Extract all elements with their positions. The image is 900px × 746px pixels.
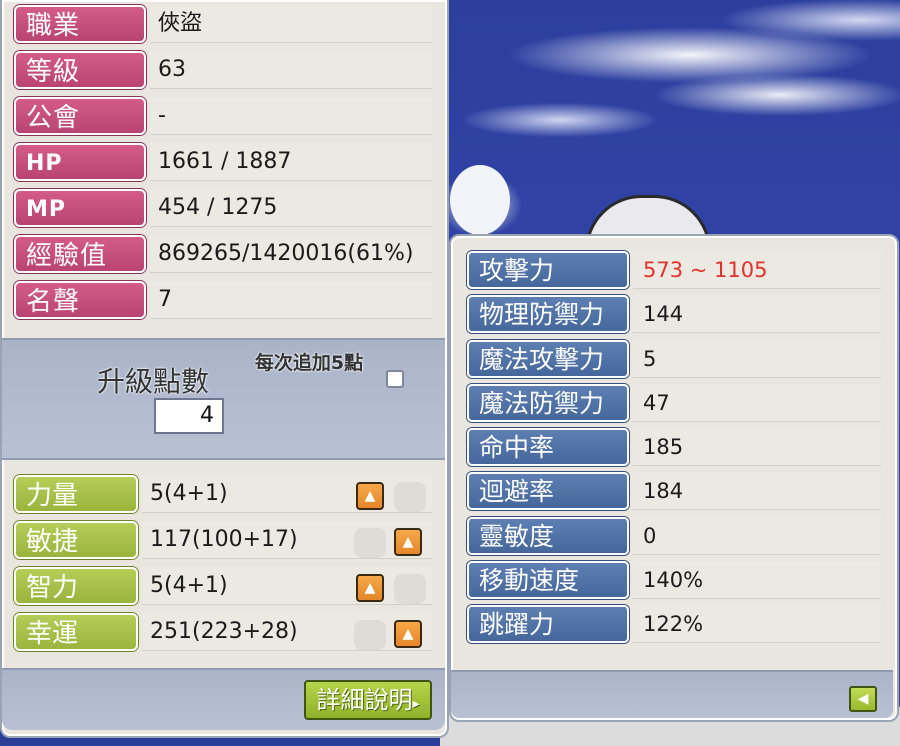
stat-label: 幸運 — [14, 613, 138, 651]
str-disabled-slot — [394, 482, 426, 512]
detail-value: 184 — [633, 472, 881, 511]
int-disabled-slot — [394, 574, 426, 604]
detail-label: 攻擊力 — [467, 251, 629, 289]
collapse-button[interactable]: ◀ — [849, 686, 877, 712]
info-row-level: 等級 63 — [12, 48, 432, 94]
detail-row-speed: 移動速度 140% — [467, 558, 887, 602]
luk-up-button[interactable]: ▲ — [394, 620, 422, 648]
character-info-list: 職業 俠盜 等級 63 公會 - HP 1661 / 1887 MP 454 /… — [12, 2, 432, 324]
info-label: HP — [14, 143, 146, 181]
detail-label: 魔法攻擊力 — [467, 339, 629, 378]
info-value: 869265/1420016(61%) — [150, 235, 432, 273]
info-value: 7 — [150, 281, 432, 319]
info-value: 俠盜 — [150, 5, 432, 43]
detail-row-accuracy: 命中率 185 — [467, 425, 887, 469]
arrow-up-icon: ▲ — [364, 580, 376, 596]
detail-value: 122% — [633, 605, 881, 644]
detail-label: 魔法防禦力 — [467, 383, 629, 422]
stat-value: 251(223+28) — [142, 613, 432, 651]
arrow-left-icon: ◀ — [857, 691, 869, 707]
detail-row-mdef: 魔法防禦力 47 — [467, 381, 887, 425]
str-up-button[interactable]: ▲ — [356, 482, 384, 510]
detail-row-wdef: 物理防禦力 144 — [467, 292, 887, 336]
stat-label: 力量 — [14, 475, 138, 513]
detail-label: 迴避率 — [467, 472, 629, 511]
info-row-job: 職業 俠盜 — [12, 2, 432, 48]
right-footer — [451, 670, 893, 718]
detail-label: 靈敏度 — [467, 516, 629, 555]
stat-value: 5(4+1) — [142, 475, 432, 513]
chevron-right-icon: ▸ — [412, 696, 420, 712]
info-value: 454 / 1275 — [150, 189, 432, 227]
detail-value: 140% — [633, 561, 881, 600]
info-row-exp: 經驗值 869265/1420016(61%) — [12, 232, 432, 278]
arrow-up-icon: ▲ — [402, 534, 414, 550]
attack-value: 573 ~ 1105 — [633, 251, 881, 289]
dex-disabled-slot — [354, 528, 386, 558]
character-stat-window: 職業 俠盜 等級 63 公會 - HP 1661 / 1887 MP 454 /… — [0, 0, 449, 738]
info-value: 1661 / 1887 — [150, 143, 432, 181]
detail-label: 物理防禦力 — [467, 295, 629, 334]
stat-row-dex: 敏捷 117(100+17) ▲ — [12, 518, 432, 564]
arrow-up-icon: ▲ — [402, 626, 414, 642]
luk-disabled-slot — [354, 620, 386, 650]
info-row-mp: MP 454 / 1275 — [12, 186, 432, 232]
detail-button[interactable]: 詳細說明▸ — [304, 680, 432, 720]
detail-label: 移動速度 — [467, 561, 629, 600]
detail-row-hands: 靈敏度 0 — [467, 514, 887, 558]
int-up-button[interactable]: ▲ — [356, 574, 384, 602]
detail-row-avoid: 迴避率 184 — [467, 469, 887, 513]
detail-row-jump: 跳躍力 122% — [467, 602, 887, 646]
stat-list: 力量 5(4+1) ▲ 敏捷 117(100+17) ▲ 智力 5(4+1) ▲… — [12, 472, 432, 656]
stat-value: 5(4+1) — [142, 567, 432, 605]
detail-label: 命中率 — [467, 428, 629, 467]
stat-row-luk: 幸運 251(223+28) ▲ — [12, 610, 432, 656]
stat-value: 117(100+17) — [142, 521, 432, 559]
detail-row-attack: 攻擊力 573 ~ 1105 — [467, 248, 887, 292]
arrow-up-icon: ▲ — [364, 488, 376, 504]
detail-row-matk: 魔法攻擊力 5 — [467, 337, 887, 381]
detail-button-label: 詳細說明 — [316, 686, 413, 714]
stat-label: 智力 — [14, 567, 138, 605]
detail-stat-list: 攻擊力 573 ~ 1105 物理防禦力 144 魔法攻擊力 5 魔法防禦力 4… — [467, 248, 887, 647]
detail-label: 跳躍力 — [467, 605, 629, 644]
ability-point-label: 升級點數 — [97, 365, 210, 398]
detail-value: 185 — [633, 428, 881, 467]
ability-point-value: 4 — [154, 398, 224, 434]
stat-label: 敏捷 — [14, 521, 138, 559]
info-row-guild: 公會 - — [12, 94, 432, 140]
detail-value: 47 — [633, 383, 881, 422]
info-row-hp: HP 1661 / 1887 — [12, 140, 432, 186]
detail-stat-window: 攻擊力 573 ~ 1105 物理防禦力 144 魔法攻擊力 5 魔法防禦力 4… — [449, 234, 899, 722]
info-label: 公會 — [14, 97, 146, 135]
auto-assign-checkbox[interactable] — [386, 370, 404, 388]
detail-value: 5 — [633, 339, 881, 378]
info-row-fame: 名聲 7 — [12, 278, 432, 324]
detail-value: 0 — [633, 516, 881, 555]
auto-assign-label: 每次追加5點 — [254, 352, 364, 374]
info-label: 職業 — [14, 5, 146, 43]
info-value: 63 — [150, 51, 432, 89]
info-value: - — [150, 97, 432, 135]
detail-value: 144 — [633, 295, 881, 334]
info-label: 經驗值 — [14, 235, 146, 273]
stat-row-str: 力量 5(4+1) ▲ — [12, 472, 432, 518]
dex-up-button[interactable]: ▲ — [394, 528, 422, 556]
info-label: 名聲 — [14, 281, 146, 319]
info-label: MP — [14, 189, 146, 227]
stat-row-int: 智力 5(4+1) ▲ — [12, 564, 432, 610]
info-label: 等級 — [14, 51, 146, 89]
